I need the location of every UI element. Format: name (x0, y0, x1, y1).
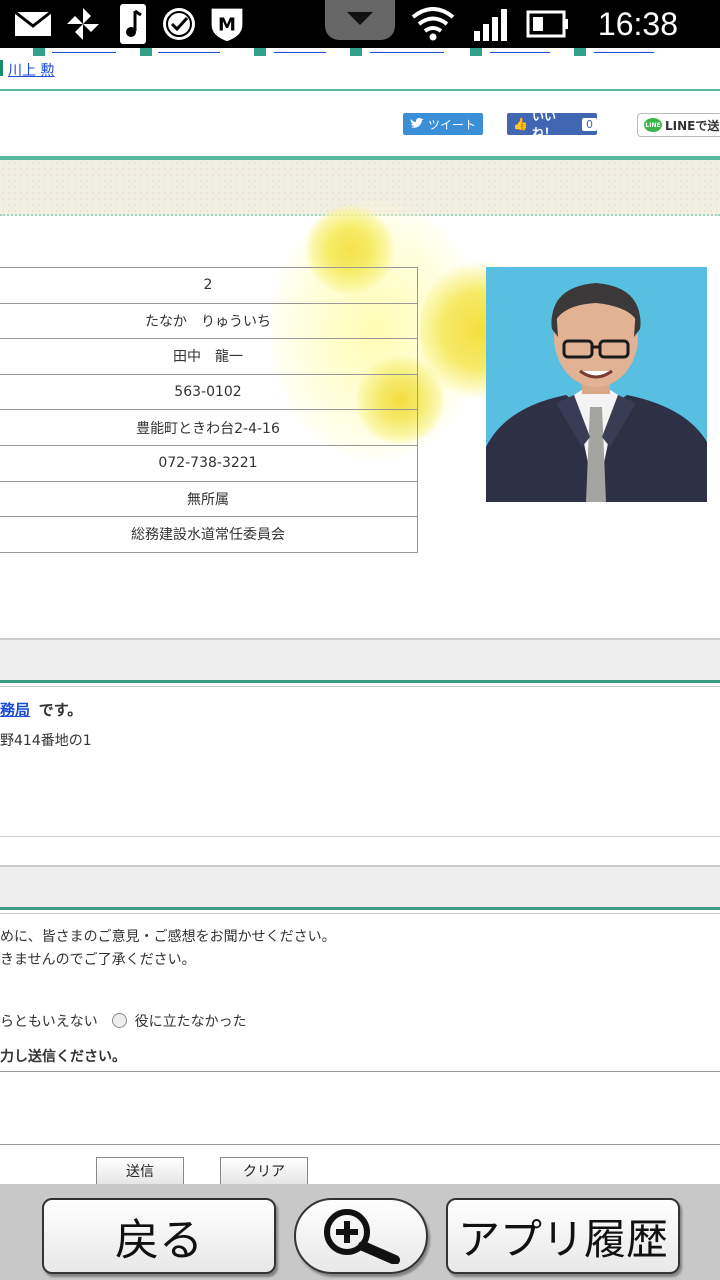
option-neutral-label: らともいえない (0, 1014, 98, 1030)
app-history-button[interactable]: アプリ履歴 (446, 1198, 680, 1274)
nav-link-cropped[interactable] (594, 48, 654, 53)
section-divider (0, 686, 720, 687)
nav-bullet (350, 48, 362, 56)
feedback-intro-line1: めに、皆さまのご意見・ご感想をお聞かせください。 (0, 929, 336, 945)
member-portrait-photo (486, 267, 707, 502)
divider (0, 89, 720, 91)
line-logo-icon: LINE (644, 118, 662, 132)
seat-number: 2 (0, 267, 418, 304)
nav-bullet (140, 48, 152, 56)
nav-link-kawakami[interactable]: 川上 勲 (8, 60, 54, 80)
wifi-icon (408, 6, 458, 42)
section-divider (0, 680, 720, 683)
tweet-button[interactable]: ツイート (403, 113, 483, 135)
tweet-label: ツイート (427, 117, 476, 132)
option-not-helpful-label: 役に立たなかった (134, 1014, 247, 1030)
phone-number: 072-738-3221 (0, 444, 418, 482)
nav-bullet (254, 48, 266, 56)
nav-link-cropped[interactable] (274, 48, 326, 53)
member-name: 田中 龍一 (0, 338, 418, 375)
svg-text:M: M (218, 14, 236, 35)
twitter-bird-icon (410, 118, 424, 128)
table-row: たなか りゅういち (0, 302, 418, 340)
mail-icon (14, 6, 52, 42)
nav-link-cropped[interactable] (52, 48, 116, 53)
like-label: いいね！ (531, 109, 556, 140)
clock: 16:38 (597, 6, 678, 42)
battery-icon (524, 6, 570, 42)
status-bar: M 16:38 (0, 0, 720, 48)
contact-office-line: 務局 です。 (0, 699, 82, 720)
feedback-section-header (0, 865, 720, 907)
feedback-intro-line2: きませんのでご了承ください。 (0, 952, 196, 968)
table-row: 無所属 (0, 480, 418, 518)
shield-m-icon: M (208, 6, 246, 42)
office-suffix: です。 (38, 701, 83, 719)
check-circle-icon (160, 6, 198, 42)
line-label: LINEで送 (665, 118, 720, 133)
committee: 総務建設水道常任委員会 (0, 516, 418, 553)
nav-bullet (33, 48, 45, 56)
postal-code: 563-0102 (0, 373, 418, 411)
name-reading: たなか りゅういち (0, 302, 418, 340)
facebook-like-button[interactable]: 👍 いいね！ 0 (507, 109, 597, 140)
member-profile-table: 2 たなか りゅういち 田中 龍一 563-0102 豊能町ときわ台2-4-16… (0, 267, 418, 553)
address: 豊能町ときわ台2-4-16 (0, 409, 418, 446)
section-divider (0, 907, 720, 910)
feedback-textarea[interactable] (0, 1071, 720, 1145)
table-row: 田中 龍一 (0, 338, 418, 375)
nav-link-cropped[interactable] (370, 48, 444, 53)
like-count: 0 (582, 117, 597, 131)
table-row: 072-738-3221 (0, 444, 418, 482)
nav-bullet-bar (0, 60, 3, 76)
submit-button[interactable]: 送信 (96, 1157, 184, 1185)
nav-bullet (574, 48, 586, 56)
music-note-icon (114, 4, 152, 44)
section-divider (0, 913, 720, 914)
feedback-instruction: 力し送信ください。 (0, 1049, 126, 1065)
nav-link-cropped[interactable] (158, 48, 220, 53)
radio-not-helpful[interactable] (112, 1013, 128, 1028)
app-history-label: アプリ履歴 (457, 1214, 668, 1264)
notification-pulldown-handle[interactable] (325, 0, 395, 40)
zoom-button[interactable] (294, 1198, 428, 1274)
app-bottom-bar: 戻る アプリ履歴 (0, 1184, 720, 1280)
back-button[interactable]: 戻る (42, 1198, 276, 1274)
pinwheel-icon (64, 6, 102, 42)
table-row: 2 (0, 267, 418, 304)
table-row: 総務建設水道常任委員会 (0, 516, 418, 553)
nav-bullet (470, 48, 482, 56)
back-label: 戻る (115, 1215, 203, 1266)
clear-button[interactable]: クリア (220, 1157, 308, 1185)
office-address: 野414番地の1 (0, 733, 92, 749)
line-share-button[interactable]: LINE LINEで送 (637, 113, 720, 137)
contact-section-header (0, 638, 720, 680)
nav-link-cropped[interactable] (490, 48, 550, 53)
member-nav-links: 川上 勲 (0, 48, 720, 88)
feedback-options: らともいえない 役に立たなかった (0, 1011, 247, 1031)
table-row: 563-0102 (0, 373, 418, 411)
zoom-in-magnifier-icon (324, 1209, 400, 1264)
section-divider (0, 836, 720, 837)
signal-strength-icon (470, 6, 514, 42)
table-row: 豊能町ときわ台2-4-16 (0, 409, 418, 446)
party-affiliation: 無所属 (0, 480, 418, 518)
office-link[interactable]: 務局 (0, 701, 30, 719)
thumbs-up-icon: 👍 (513, 117, 528, 131)
